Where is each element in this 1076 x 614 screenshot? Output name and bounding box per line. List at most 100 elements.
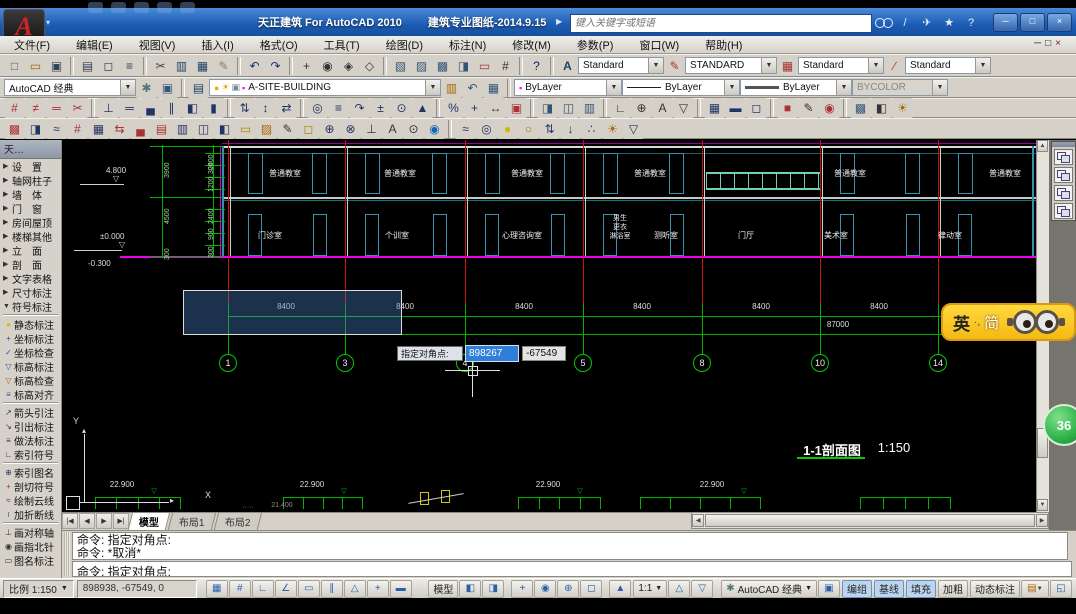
chevron-down-icon[interactable]: ▼ [724, 80, 739, 95]
tarch1-icon-3[interactable]: ✂ [67, 98, 88, 118]
chevron-down-icon[interactable]: ▼ [120, 80, 135, 95]
zoom-previous-icon[interactable]: ◇ [359, 56, 380, 76]
mdi-restore-icon[interactable]: □ [1045, 38, 1051, 49]
publish-icon[interactable]: ≡ [119, 56, 140, 76]
sidebar-item[interactable]: ◉画指北针 [0, 539, 61, 553]
sidebar-item[interactable]: ≡标高对齐 [0, 387, 61, 401]
command-input[interactable]: 命令: 指定对角点: [72, 561, 1072, 577]
tarch2-icon-1[interactable]: ◨ [25, 119, 46, 139]
tarch1-icon-29[interactable]: ◫ [558, 98, 579, 118]
screen-menu-title[interactable]: 天… [0, 140, 61, 159]
tarch1-icon-1[interactable]: ≠ [25, 98, 46, 118]
menu-item-2[interactable]: 编辑(E) [76, 37, 113, 53]
tarch1-icon-43[interactable]: ◉ [819, 98, 840, 118]
zoom-realtime-icon[interactable]: ◉ [317, 56, 338, 76]
menu-item-12[interactable]: 帮助(H) [705, 37, 742, 53]
table-style-icon[interactable]: ▦ [777, 56, 798, 76]
sidebar-item[interactable]: ⊕索引图名 [0, 465, 61, 479]
tarch2-icon-18[interactable]: A [382, 119, 403, 139]
sidebar-item[interactable]: ▶立 面 [0, 243, 61, 257]
chevron-down-icon[interactable]: ▼ [606, 80, 621, 95]
table-style-combo[interactable]: Standard▼ [798, 57, 884, 74]
sidebar-item[interactable]: ▽标高检查 [0, 373, 61, 387]
chevron-down-icon[interactable]: ▼ [425, 80, 440, 95]
drafting-toggle-6[interactable]: ∥ [321, 580, 343, 598]
undo-icon[interactable]: ↶ [244, 56, 265, 76]
autoscale-icon[interactable]: ▽ [691, 580, 713, 598]
scroll-up-icon[interactable]: ▲ [1037, 140, 1048, 152]
sidebar-item[interactable]: ▶剖 面 [0, 257, 61, 271]
tarch2-icon-11[interactable]: ▭ [235, 119, 256, 139]
horizontal-scrollbar[interactable]: ◀▶ [691, 512, 1049, 529]
chevron-right-icon[interactable]: ▶ [3, 218, 12, 226]
tarch1-icon-28[interactable]: ◨ [537, 98, 558, 118]
menu-item-10[interactable]: 参数(P) [577, 37, 614, 53]
plot-dropdown-icon[interactable]: ▤▼ [1021, 580, 1049, 598]
tarch2-icon-28[interactable]: ∴ [581, 119, 602, 139]
color-combo[interactable]: ▪ ByLayer ▼ [514, 79, 622, 96]
chevron-down-icon[interactable]: ▼ [648, 58, 663, 73]
dim-style-combo[interactable]: STANDARD▼ [685, 57, 777, 74]
scale-dropdown[interactable]: 比例 1:150 ▼ [3, 580, 74, 598]
tarch2-icon-24[interactable]: ● [497, 119, 518, 139]
sidebar-item[interactable]: ●静态标注 [0, 317, 61, 331]
sidebar-item[interactable]: ≈绘制云线 [0, 493, 61, 507]
status-button-加粗[interactable]: 加粗 [938, 580, 968, 598]
tarch1-icon-16[interactable]: ◎ [307, 98, 328, 118]
tarch1-icon-20[interactable]: ⊙ [391, 98, 412, 118]
tarch1-icon-33[interactable]: ⊕ [631, 98, 652, 118]
sidebar-item[interactable]: ⊥画对称轴 [0, 525, 61, 539]
close-button[interactable]: × [1047, 13, 1072, 32]
lineweight-combo[interactable]: ByLayer ▼ [740, 79, 852, 96]
tarch2-icon-26[interactable]: ⇅ [539, 119, 560, 139]
menu-item-3[interactable]: 视图(V) [139, 37, 176, 53]
mleader-style-combo[interactable]: Standard▼ [905, 57, 991, 74]
tarch2-icon-4[interactable]: ▦ [88, 119, 109, 139]
pan-icon[interactable]: + [511, 580, 533, 598]
scroll-down-icon[interactable]: ▼ [1037, 499, 1048, 511]
menu-item-8[interactable]: 标注(N) [449, 37, 486, 53]
quick-access-dropdown-icon[interactable]: ▾ [46, 18, 50, 27]
sidebar-item[interactable]: ▼符号标注 [0, 299, 61, 313]
sidebar-item[interactable]: ▭图名标注 [0, 553, 61, 567]
viewport-config-icon[interactable] [1054, 149, 1073, 165]
make-layer-current-icon[interactable]: ▥ [441, 78, 462, 98]
layout2-icon[interactable]: ◨ [482, 580, 504, 598]
tarch1-icon-19[interactable]: ± [370, 98, 391, 118]
tarch1-icon-12[interactable]: ⇅ [234, 98, 255, 118]
plot-icon[interactable]: ▤ [77, 56, 98, 76]
tarch1-icon-17[interactable]: ≡ [328, 98, 349, 118]
chevron-right-icon[interactable]: ▶ [3, 246, 12, 254]
status-button-动态标注[interactable]: 动态标注 [970, 580, 1020, 598]
menu-item-7[interactable]: 绘图(D) [386, 37, 423, 53]
tarch1-icon-2[interactable]: ═ [46, 98, 67, 118]
tarch1-icon-8[interactable]: ∥ [161, 98, 182, 118]
mleader-style-icon[interactable]: ∕ [884, 56, 905, 76]
workspace-combo[interactable]: AutoCAD 经典▼ [4, 79, 136, 96]
tarch2-icon-14[interactable]: ◻ [298, 119, 319, 139]
tarch1-icon-14[interactable]: ⇄ [276, 98, 297, 118]
quickcalc-icon[interactable]: # [495, 56, 516, 76]
tarch2-icon-0[interactable]: ▩ [4, 119, 25, 139]
tarch1-icon-38[interactable]: ▬ [725, 98, 746, 118]
ime-mode[interactable]: 英 [953, 310, 970, 335]
tarch1-icon-5[interactable]: ⊥ [98, 98, 119, 118]
cut-icon[interactable]: ✂ [150, 56, 171, 76]
mdi-minimize-icon[interactable]: ─ [1034, 38, 1041, 49]
toolbar-lock-icon[interactable]: ▣ [818, 580, 840, 598]
tarch1-icon-47[interactable]: ☀ [892, 98, 913, 118]
sidebar-item[interactable]: ▶墙 体 [0, 187, 61, 201]
menu-item-11[interactable]: 窗口(W) [639, 37, 679, 53]
drafting-toggle-1[interactable]: ▦ [206, 580, 228, 598]
tarch2-icon-15[interactable]: ⊕ [319, 119, 340, 139]
menu-item-1[interactable]: 文件(F) [14, 37, 50, 53]
tab-nav-icon[interactable]: ▶ [96, 513, 112, 529]
clean-screen-icon[interactable]: ◱ [1050, 580, 1072, 598]
redo-icon[interactable]: ↷ [265, 56, 286, 76]
tarch2-icon-7[interactable]: ▤ [151, 119, 172, 139]
match-properties-icon[interactable]: ✎ [213, 56, 234, 76]
tarch1-icon-46[interactable]: ◧ [871, 98, 892, 118]
coordinates-readout[interactable]: 898938, -67549, 0 [77, 580, 197, 598]
copy-icon[interactable]: ▥ [171, 56, 192, 76]
chevron-down-icon[interactable]: ▼ [836, 80, 851, 95]
